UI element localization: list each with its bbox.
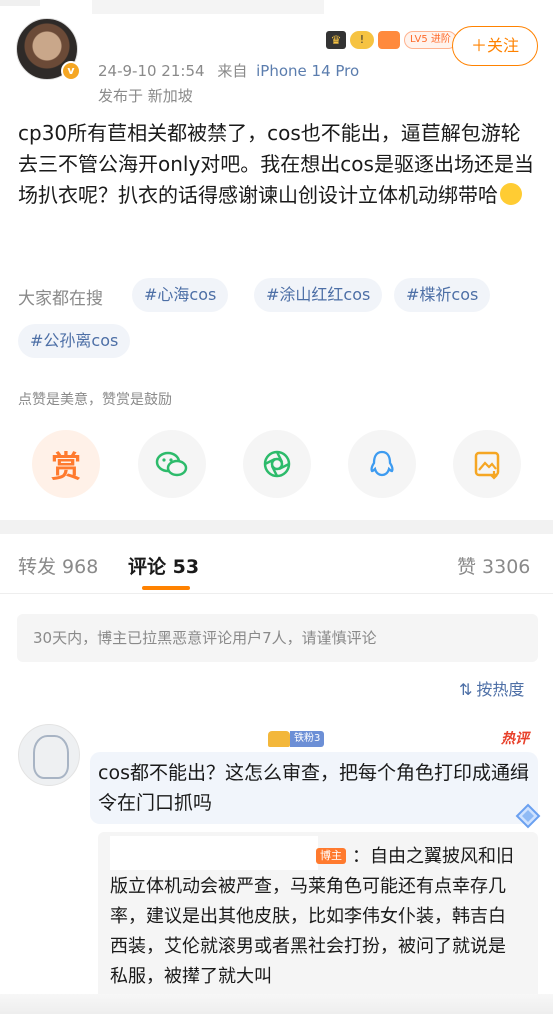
fan-level: 铁粉3 <box>290 731 325 747</box>
save-image-icon <box>474 451 500 480</box>
commenter-avatar[interactable] <box>18 724 80 786</box>
tab-comments[interactable]: 评论 53 <box>128 552 199 579</box>
share-qq-button[interactable] <box>348 430 416 498</box>
moments-icon <box>263 450 291 478</box>
post-body: cp30所有苣相关都被禁了，cos也不能出，逼苣解包游轮去三不管公海开only对… <box>18 118 540 211</box>
qq-icon <box>370 450 394 477</box>
tab-repost[interactable]: 转发 968 <box>18 552 98 579</box>
sort-toggle[interactable]: ⇅ 按热度 <box>459 676 524 700</box>
bottom-bar-edge <box>0 994 553 1014</box>
fan-badge: 铁粉3 <box>268 730 325 748</box>
active-tab-indicator <box>142 586 190 590</box>
sort-label: 按热度 <box>476 680 525 699</box>
author-badges: ♛ ! LV5 进阶 <box>326 30 457 50</box>
post-device[interactable]: iPhone 14 Pro <box>256 62 359 80</box>
crown-icon: ♛ <box>326 31 346 49</box>
search-chip[interactable]: #楪祈cos <box>394 278 491 312</box>
search-label: 大家都在搜 <box>18 289 103 309</box>
reward-hint: 点赞是美意，赞赏是鼓励 <box>18 392 172 408</box>
follow-button[interactable]: ＋关注 <box>452 26 538 66</box>
level-badge: LV5 进阶 <box>404 31 457 49</box>
bird-badge-icon <box>378 31 400 49</box>
hot-comment-tag: 热评 <box>501 731 529 747</box>
section-divider <box>0 520 553 534</box>
reward-button[interactable]: 赏 <box>32 430 100 498</box>
blogger-tag: 博主 <box>316 848 346 864</box>
reply-text: ：自由之翼披风和旧版立体机动会被严查，马莱角色可能还有点幸存几率，建议是出其他皮… <box>110 846 514 987</box>
search-chip[interactable]: #涂山红红cos <box>254 278 383 312</box>
post-meta: 24-9-10 21:54 来自 iPhone 14 Pro <box>98 60 359 81</box>
fan-crown-icon <box>268 731 290 747</box>
plus-icon: ＋ <box>470 36 487 55</box>
save-image-button[interactable] <box>453 430 521 498</box>
post-location: 发布于 新加坡 <box>98 87 193 105</box>
reply-body: 博主 ：自由之翼披风和旧版立体机动会被严查，马莱角色可能还有点幸存几率，建议是出其… <box>110 842 522 992</box>
vip-badge-icon: ! <box>350 31 374 49</box>
from-label: 来自 <box>217 62 248 80</box>
comment-notice: 30天内，博主已拉黑恶意评论用户7人，请谨慎评论 <box>17 614 538 662</box>
reply-thread[interactable]: 博主 ：自由之翼披风和旧版立体机动会被严查，马莱角色可能还有点幸存几率，建议是出其… <box>98 832 538 1014</box>
sort-icon: ⇅ <box>459 680 473 699</box>
share-wechat-button[interactable] <box>138 430 206 498</box>
diamond-icon <box>515 803 541 829</box>
post-tabs: 转发 968 评论 53 赞 3306 <box>0 534 553 594</box>
post-text: cp30所有苣相关都被禁了，cos也不能出，逼苣解包游轮去三不管公海开only对… <box>18 121 534 207</box>
verified-icon: v <box>61 61 81 81</box>
post-timestamp: 24-9-10 21:54 <box>98 62 205 80</box>
top-strip <box>0 0 553 14</box>
share-moments-button[interactable] <box>243 430 311 498</box>
wechat-icon <box>155 451 188 477</box>
cropped-content <box>0 0 40 6</box>
author-avatar[interactable]: v <box>16 18 81 81</box>
tab-likes[interactable]: 赞 3306 <box>457 552 530 579</box>
laugh-cry-emoji-icon <box>500 183 522 205</box>
reward-glyph: 赏 <box>51 450 81 485</box>
comment-text[interactable]: cos都不能出？这怎么审查，把每个角色打印成通缉令在门口抓吗 <box>90 752 538 824</box>
search-chip[interactable]: #心海cos <box>132 278 229 312</box>
search-chip[interactable]: #公孙离cos <box>18 324 131 358</box>
cropped-header <box>92 0 324 14</box>
follow-label: 关注 <box>487 36 520 55</box>
